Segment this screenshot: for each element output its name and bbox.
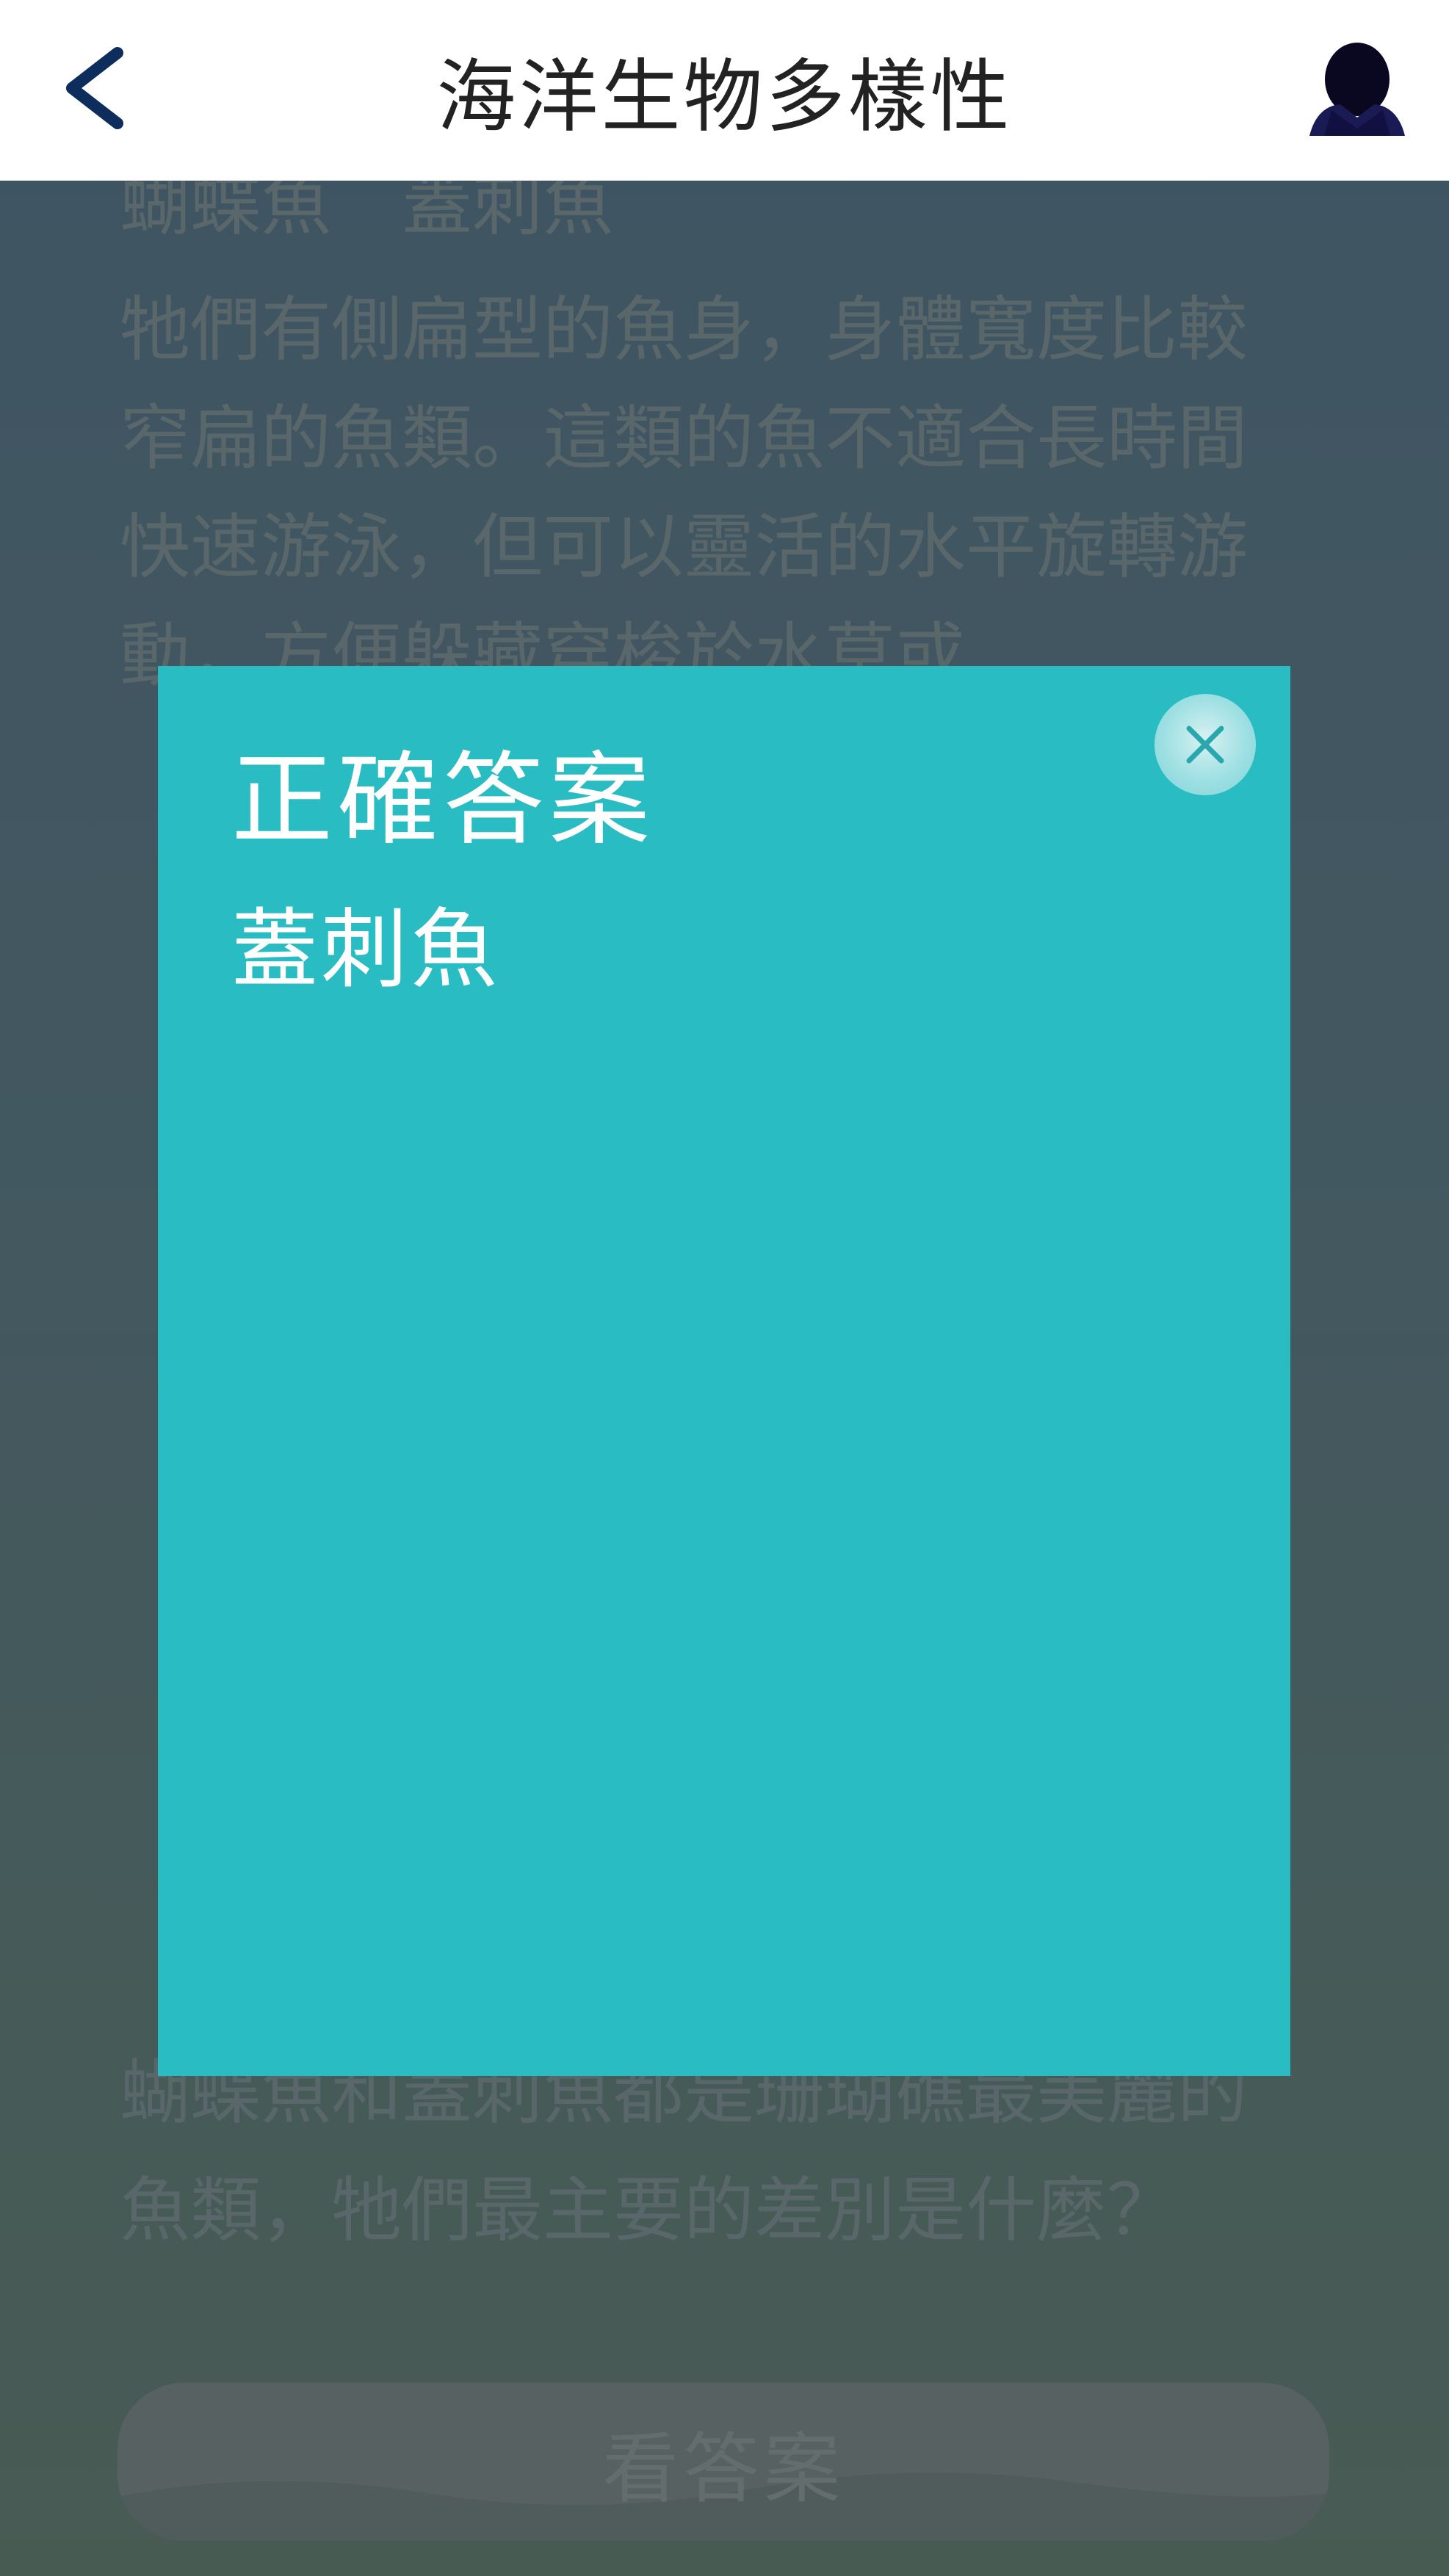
page-title: 海洋生物多樣性: [436, 51, 1013, 143]
close-icon: [1186, 726, 1224, 764]
screen: 蝴蝶魚 蓋刺魚 牠們有側扁型的魚身，身體寬度比較窄扁的魚類。這類的魚不適合長時間…: [0, 0, 1449, 2576]
correct-answer-text: 蓋刺魚: [231, 899, 501, 1000]
app-header: 海洋生物多樣性: [0, 0, 1449, 181]
user-avatar-icon: [1309, 43, 1405, 136]
modal-title: 正確答案: [231, 741, 655, 859]
answer-modal: 正確答案 蓋刺魚: [158, 666, 1290, 2076]
close-button[interactable]: [1154, 694, 1256, 795]
chevron-left-icon: [66, 47, 123, 129]
back-button[interactable]: [44, 29, 147, 147]
user-avatar-button[interactable]: [1302, 37, 1412, 147]
